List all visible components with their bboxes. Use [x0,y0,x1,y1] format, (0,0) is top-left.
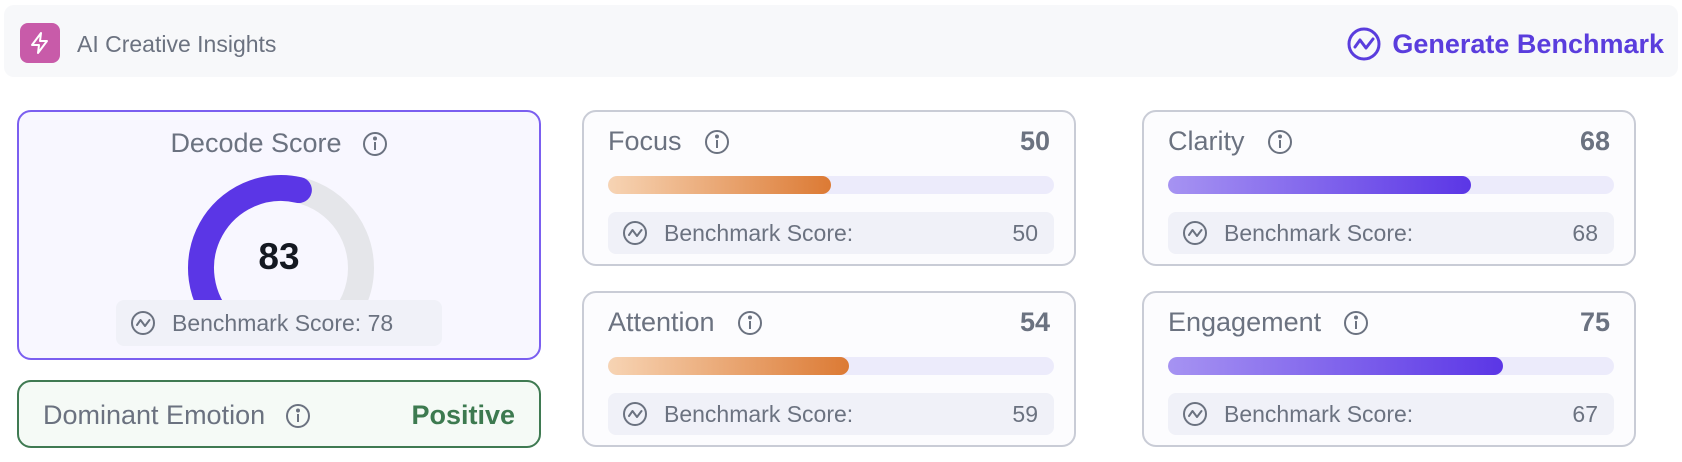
benchmark-row: Benchmark Score: 68 [1168,212,1614,254]
header-bar: AI Creative Insights Generate Benchmark [4,5,1678,77]
metric-header: Focus [608,126,730,157]
metric-title: Focus [608,126,682,156]
app-title: AI Creative Insights [77,31,277,57]
benchmark-label: Benchmark Score: [664,219,854,246]
trend-circle-icon [130,310,156,336]
metric-progress-bar [608,357,1054,375]
info-icon[interactable] [737,310,763,336]
info-icon[interactable] [1267,129,1293,155]
benchmark-value: 67 [1572,400,1598,427]
metric-progress-bar [1168,176,1614,194]
benchmark-label: Benchmark Score: [664,400,854,427]
trend-circle-icon [622,220,648,246]
app-logo [20,23,60,63]
metric-card-attention: Attention 54 Benchmark Score: 59 [582,291,1076,447]
benchmark-row: Benchmark Score: 67 [1168,393,1614,435]
dominant-emotion-header: Dominant Emotion [43,400,311,431]
trend-circle-icon [1182,401,1208,427]
metric-progress-bar [1168,357,1614,375]
benchmark-value: 50 [1012,219,1038,246]
generate-benchmark-label: Generate Benchmark [1392,28,1664,59]
benchmark-row: Benchmark Score: 59 [608,393,1054,435]
dominant-emotion-card: Dominant Emotion Positive [17,380,541,448]
decode-score-title: Decode Score [170,128,342,158]
decode-score-card: Decode Score 83 Benchmark Score: 78 [17,110,541,360]
metric-value: 50 [1019,126,1050,156]
dominant-emotion-value: Positive [411,400,515,430]
metric-card-focus: Focus 50 Benchmark Score: 50 [582,110,1076,266]
metric-progress-fill [1168,176,1472,194]
decode-benchmark-text: Benchmark Score: 78 [172,309,394,336]
decode-benchmark-pill: Benchmark Score: 78 [116,300,442,346]
benchmark-value: 68 [1572,219,1598,246]
metric-header: Clarity [1168,126,1293,157]
trend-circle-icon [622,401,648,427]
metric-header: Attention [608,307,763,338]
benchmark-value: 59 [1012,400,1038,427]
benchmark-label: Benchmark Score: [1224,219,1414,246]
metric-progress-fill [1168,357,1503,375]
benchmark-label: Benchmark Score: [1224,400,1414,427]
decode-score-value: 83 [258,236,300,277]
benchmark-row: Benchmark Score: 50 [608,212,1054,254]
info-icon[interactable] [704,129,730,155]
generate-benchmark-button[interactable]: Generate Benchmark [1346,25,1664,63]
metric-value: 54 [1019,307,1050,337]
metric-card-engagement: Engagement 75 Benchmark Score: 67 [1142,291,1636,447]
metric-title: Engagement [1168,307,1322,337]
decode-score-header: Decode Score [19,128,539,159]
metric-value: 75 [1579,307,1610,337]
metric-progress-fill [608,176,831,194]
metric-header: Engagement [1168,307,1369,338]
metric-value: 68 [1579,126,1610,156]
info-icon[interactable] [285,403,311,429]
lightning-bolt-icon [28,31,52,55]
metric-progress-fill [608,357,849,375]
metric-title: Attention [608,307,715,337]
metric-card-clarity: Clarity 68 Benchmark Score: 68 [1142,110,1636,266]
trend-circle-icon [1346,26,1382,62]
info-icon[interactable] [362,131,388,157]
trend-circle-icon [1182,220,1208,246]
info-icon[interactable] [1343,310,1369,336]
metric-progress-bar [608,176,1054,194]
metric-title: Clarity [1168,126,1245,156]
dominant-emotion-label: Dominant Emotion [43,400,266,430]
